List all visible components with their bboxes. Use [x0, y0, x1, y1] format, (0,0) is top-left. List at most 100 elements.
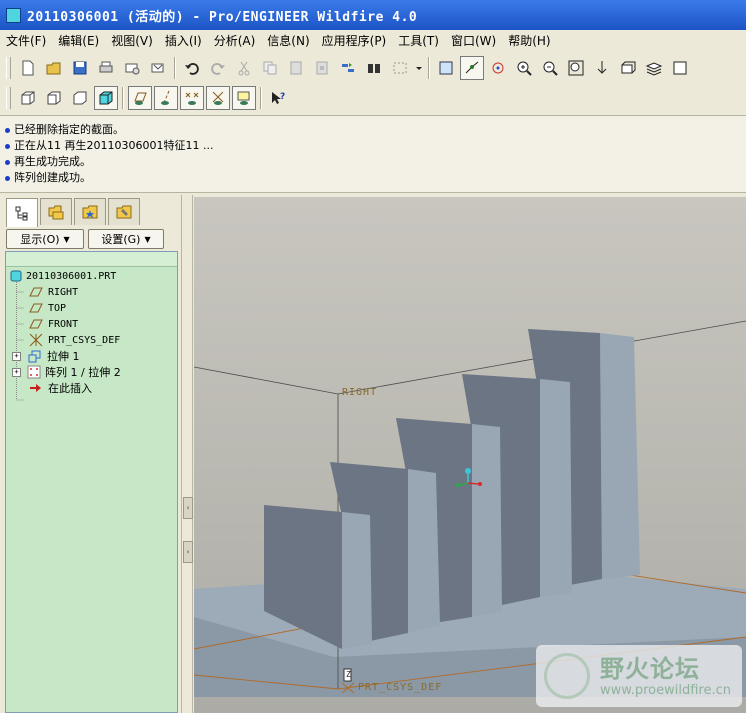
show-dropdown[interactable]: 显示(O) ▼: [6, 229, 84, 249]
expand-icon[interactable]: +: [12, 351, 21, 361]
expand-right-icon[interactable]: ›: [183, 541, 193, 563]
mail-attach-icon[interactable]: [146, 56, 170, 80]
view-toolbar: ?: [0, 83, 746, 113]
paste-icon[interactable]: [284, 56, 308, 80]
tree-item-extrude1[interactable]: + 拉伸 1: [12, 348, 80, 364]
pattern-icon: [27, 365, 41, 379]
menu-bar: 文件(F) 编辑(E) 视图(V) 插入(I) 分析(A) 信息(N) 应用程序…: [0, 30, 746, 50]
named-view-icon[interactable]: [616, 56, 640, 80]
spin-center-icon[interactable]: [486, 56, 510, 80]
axis-z-tip: [456, 483, 460, 487]
cut-icon[interactable]: [232, 56, 256, 80]
title-bar: 20110306001 (活动的) - Pro/ENGINEER Wildfir…: [0, 0, 746, 30]
datum-plane-icon: [29, 287, 43, 297]
extrude-icon: [28, 350, 41, 363]
settings-dropdown[interactable]: 设置(G) ▼: [88, 229, 164, 249]
undo-icon[interactable]: [180, 56, 204, 80]
reorient-icon[interactable]: [590, 56, 614, 80]
open-folder-icon[interactable]: [42, 56, 66, 80]
message-line: 再生成功完成。: [0, 154, 746, 170]
regenerate-icon[interactable]: [336, 56, 360, 80]
datum-points-icon[interactable]: [180, 86, 204, 110]
zoom-in-icon[interactable]: [512, 56, 536, 80]
part-icon: [10, 270, 22, 282]
hidden-line-icon[interactable]: [42, 86, 66, 110]
toolbar-grip[interactable]: [6, 87, 11, 109]
tree-item-label: FRONT: [48, 318, 79, 330]
new-file-icon[interactable]: [16, 56, 40, 80]
tree-item-part[interactable]: 20110306001.PRT: [10, 268, 116, 284]
watermark-title: 野火论坛: [600, 655, 700, 683]
chevron-down-icon: ▼: [63, 234, 70, 244]
fin-side: [342, 512, 372, 649]
axis-x-tip: [478, 482, 482, 486]
layers-icon[interactable]: [642, 56, 666, 80]
whats-this-icon[interactable]: ?: [266, 86, 290, 110]
csys-icon: [29, 333, 43, 347]
watermark: 野火论坛 www.proewildfire.cn: [536, 645, 742, 707]
message-line: 阵列创建成功。: [0, 170, 746, 186]
datum-axes-icon[interactable]: [154, 86, 178, 110]
zoom-out-icon[interactable]: [538, 56, 562, 80]
find-icon[interactable]: [362, 56, 386, 80]
datum-plane-icon: [29, 319, 43, 329]
tree-item-right[interactable]: RIGHT: [28, 284, 78, 300]
refit-icon[interactable]: [564, 56, 588, 80]
toolbar-grip[interactable]: [6, 57, 11, 79]
menu-insert[interactable]: 插入(I): [159, 32, 208, 49]
tab-folder-browser[interactable]: [40, 198, 72, 225]
tree-item-csys[interactable]: PRT_CSYS_DEF: [28, 332, 120, 348]
graphics-viewport[interactable]: RIGHT PRT_CSYS_DEF Z 野火论坛 www.proewildfi…: [194, 197, 746, 713]
collapse-left-icon[interactable]: ‹: [183, 497, 193, 519]
paste-special-icon[interactable]: [310, 56, 334, 80]
tab-favorites[interactable]: [74, 198, 106, 225]
csys-icon[interactable]: [206, 86, 230, 110]
fin-side: [408, 469, 440, 633]
select-box-icon[interactable]: [388, 56, 412, 80]
tree-item-label: TOP: [48, 302, 67, 314]
redo-icon[interactable]: [206, 56, 230, 80]
panel-splitter[interactable]: ‹ ›: [181, 195, 193, 713]
menu-window[interactable]: 窗口(W): [445, 32, 502, 49]
axis-x: [467, 482, 479, 485]
wireframe-icon[interactable]: [94, 86, 118, 110]
menu-tools[interactable]: 工具(T): [392, 32, 445, 49]
menu-file[interactable]: 文件(F): [0, 32, 52, 49]
tree-item-label: 20110306001.PRT: [26, 270, 117, 282]
tree-item-label: 阵列 1 / 拉伸 2: [45, 366, 121, 379]
menu-edit[interactable]: 编辑(E): [52, 32, 105, 49]
fin-side: [472, 424, 502, 617]
main-toolbar: [0, 53, 746, 83]
send-mail-icon[interactable]: [120, 56, 144, 80]
tree-item-front[interactable]: FRONT: [28, 316, 78, 332]
model-tree-icon: [15, 206, 28, 221]
annotation-icon[interactable]: [232, 86, 256, 110]
datum-planes-icon[interactable]: [128, 86, 152, 110]
no-hidden-icon[interactable]: [68, 86, 92, 110]
menu-applications[interactable]: 应用程序(P): [316, 32, 393, 49]
print-icon[interactable]: [94, 56, 118, 80]
chevron-down-icon[interactable]: [414, 56, 424, 80]
tree-item-pattern[interactable]: + 阵列 1 / 拉伸 2: [12, 364, 121, 380]
settings-dropdown-label: 设置(G): [101, 233, 141, 246]
fin-side: [540, 379, 572, 597]
csys-tag: Z: [346, 670, 352, 679]
view-orient-icon[interactable]: [434, 56, 458, 80]
tab-connections[interactable]: [108, 198, 140, 225]
menu-info[interactable]: 信息(N): [261, 32, 315, 49]
menu-help[interactable]: 帮助(H): [502, 32, 556, 49]
menu-analysis[interactable]: 分析(A): [208, 32, 262, 49]
save-icon[interactable]: [68, 56, 92, 80]
message-line: 已经删除指定的截面。: [0, 122, 746, 138]
copy-icon[interactable]: [258, 56, 282, 80]
shading-icon[interactable]: [16, 86, 40, 110]
datum-display-icon[interactable]: [460, 56, 484, 80]
expand-icon[interactable]: +: [12, 367, 21, 377]
tab-model-tree[interactable]: [6, 198, 38, 227]
svg-text:?: ?: [280, 92, 285, 102]
tree-item-top[interactable]: TOP: [28, 300, 66, 316]
tree-item-insert-here[interactable]: 在此插入: [28, 380, 92, 396]
window-icon[interactable]: [668, 56, 692, 80]
favorites-icon: [82, 205, 98, 219]
menu-view[interactable]: 视图(V): [105, 32, 159, 49]
